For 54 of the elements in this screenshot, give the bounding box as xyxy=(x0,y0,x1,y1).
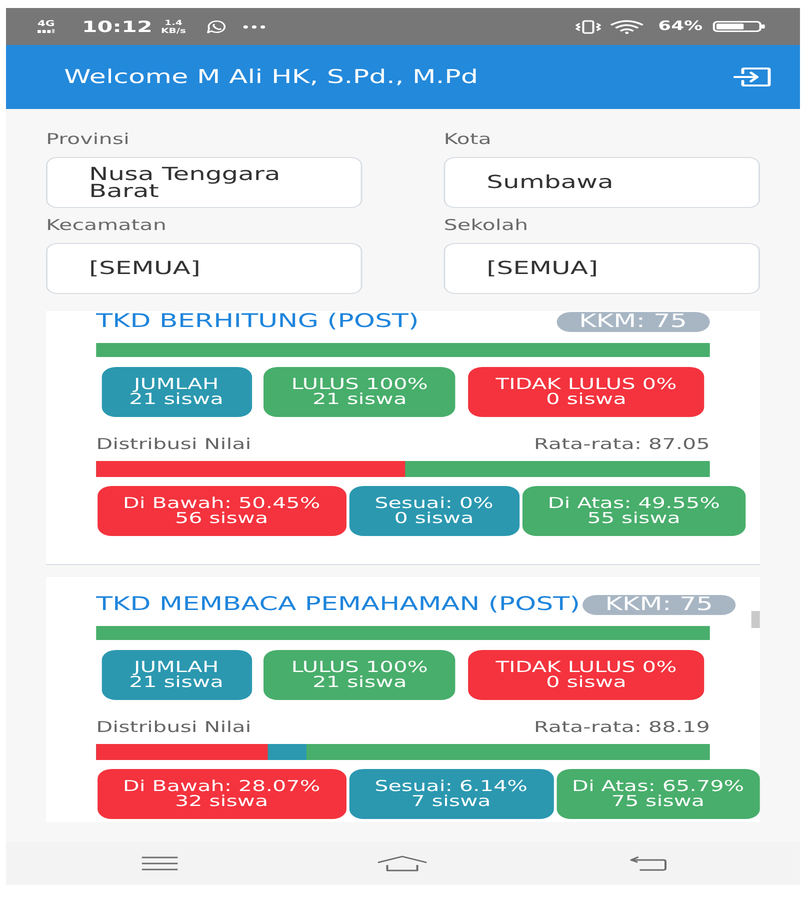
field-label: Kota xyxy=(444,130,492,148)
more-icon xyxy=(242,24,266,28)
field-label: Sekolah xyxy=(444,216,530,234)
kkm-badge: KKM: 75 xyxy=(556,312,710,332)
average-score: Rata-rata: 87.05 xyxy=(534,435,710,453)
stat-count: 21 siswa xyxy=(312,392,407,407)
network-label: 4G xyxy=(37,20,55,28)
scrollbar-thumb xyxy=(752,611,760,628)
distribution-label: Sesuai: 6.14% xyxy=(374,779,528,794)
menu-icon[interactable] xyxy=(140,856,179,871)
test-title: TKD MEMBACA PEMAHAMAN (POST) xyxy=(96,594,580,616)
stat-count: 21 siswa xyxy=(312,675,407,690)
stat-label: TIDAK LULUS 0% xyxy=(496,377,677,392)
select-field[interactable]: Nusa Tenggara Barat xyxy=(46,157,362,208)
distribution-label: Di Bawah: 50.45% xyxy=(122,496,320,511)
battery-percent: 64% xyxy=(658,18,703,34)
kkm-badge: KKM: 75 xyxy=(582,595,736,615)
clock-time: 10:12 xyxy=(82,18,152,36)
signal-icon xyxy=(37,29,55,33)
logout-icon[interactable] xyxy=(732,67,772,87)
stat-label: TIDAK LULUS 0% xyxy=(496,660,677,675)
field-label: Kecamatan xyxy=(46,216,168,234)
stat-count: 21 siswa xyxy=(129,675,224,690)
wifi-icon xyxy=(610,20,644,34)
field-label: Provinsi xyxy=(46,130,131,148)
stat-label: LULUS 100% xyxy=(291,377,428,392)
distribution-title: Distribusi Nilai xyxy=(96,718,252,736)
distribution-count: 55 siswa xyxy=(587,511,680,526)
distribution-label: Di Atas: 49.55% xyxy=(548,496,720,511)
home-icon[interactable] xyxy=(377,855,429,872)
stat-label: JUMLAH xyxy=(134,377,219,392)
stat-count: 0 siswa xyxy=(546,392,626,407)
average-score: Rata-rata: 88.19 xyxy=(534,718,710,736)
battery-icon xyxy=(712,21,766,32)
stat-count: 21 siswa xyxy=(129,392,224,407)
select-field[interactable]: Sumbawa xyxy=(444,157,760,208)
vibrate-icon xyxy=(574,20,602,34)
app-title: Welcome M Ali HK, S.Pd., M.Pd xyxy=(64,65,478,89)
distribution-count: 56 siswa xyxy=(174,511,268,526)
distribution-title: Distribusi Nilai xyxy=(96,435,252,453)
distribution-count: 0 siswa xyxy=(394,511,474,526)
select-field[interactable]: [SEMUA] xyxy=(444,243,760,294)
stat-count: 0 siswa xyxy=(546,675,626,690)
distribution-count: 32 siswa xyxy=(174,794,268,809)
distribution-count: 75 siswa xyxy=(611,794,705,809)
test-title: TKD BERHITUNG (POST) xyxy=(96,311,419,333)
distribution-label: Di Bawah: 28.07% xyxy=(122,779,320,794)
chat-icon xyxy=(206,20,228,34)
stat-label: LULUS 100% xyxy=(291,660,428,675)
select-field[interactable]: [SEMUA] xyxy=(46,243,362,294)
distribution-count: 7 siswa xyxy=(411,794,491,809)
distribution-label: Sesuai: 0% xyxy=(374,496,494,511)
distribution-label: Di Atas: 65.79% xyxy=(572,779,744,794)
stat-label: JUMLAH xyxy=(134,660,219,675)
